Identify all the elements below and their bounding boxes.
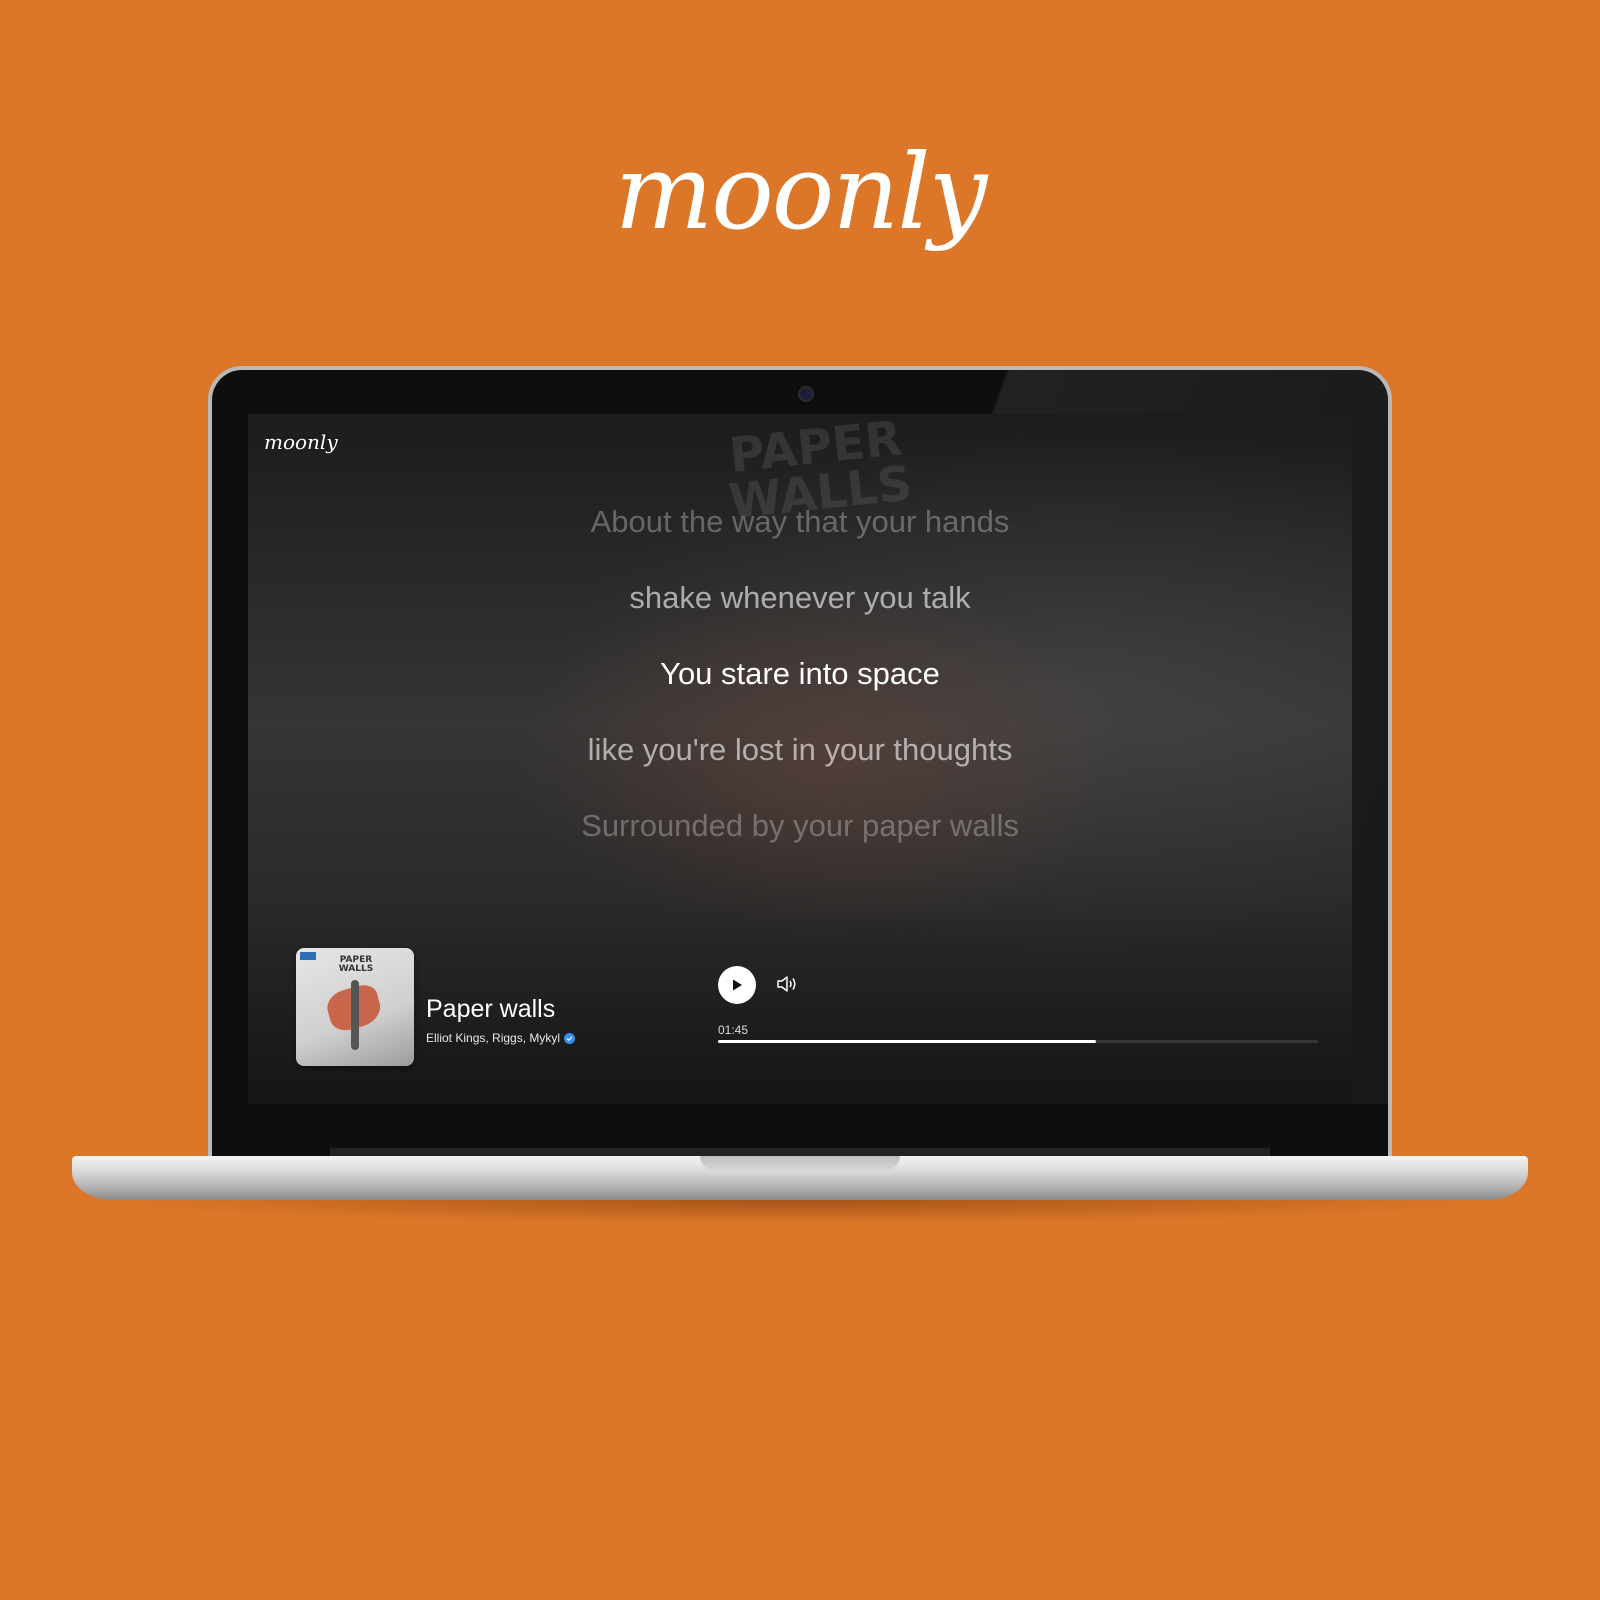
- lyric-line[interactable]: like you're lost in your thoughts: [248, 712, 1352, 788]
- lyric-line[interactable]: Surrounded by your paper walls: [248, 788, 1352, 864]
- lyric-line-current[interactable]: You stare into space: [248, 636, 1352, 712]
- volume-icon: [777, 976, 796, 992]
- progress-fill: [718, 1040, 1096, 1043]
- app-screen: PAPER WALLS moonly About the way that yo…: [248, 414, 1352, 1104]
- verified-icon: [564, 1032, 576, 1044]
- progress-bar[interactable]: [718, 1040, 1318, 1043]
- brand-logo: moonly: [614, 131, 988, 253]
- play-icon: [733, 979, 742, 991]
- lyric-line[interactable]: About the way that your hands: [248, 484, 1352, 560]
- lyrics-panel: About the way that your hands shake when…: [248, 484, 1352, 864]
- volume-button[interactable]: [775, 974, 799, 996]
- lyric-line[interactable]: shake whenever you talk: [248, 560, 1352, 636]
- laptop-notch: [700, 1156, 900, 1170]
- app-logo[interactable]: moonly: [264, 430, 338, 454]
- album-art-title: PAPER WALLS: [338, 955, 374, 974]
- label-badge: [300, 952, 316, 960]
- album-art[interactable]: PAPER WALLS: [296, 948, 414, 1066]
- track-title[interactable]: Paper walls: [426, 995, 555, 1024]
- track-artists: Elliot Kings, Riggs, Mykyl: [426, 1031, 576, 1045]
- album-art-figure: [351, 980, 359, 1050]
- camera-icon: [798, 386, 814, 402]
- laptop-shadow: [90, 1200, 1510, 1224]
- artist-names[interactable]: Elliot Kings, Riggs, Mykyl: [426, 1031, 560, 1045]
- elapsed-time: 01:45: [718, 1023, 749, 1037]
- play-button[interactable]: [718, 966, 756, 1004]
